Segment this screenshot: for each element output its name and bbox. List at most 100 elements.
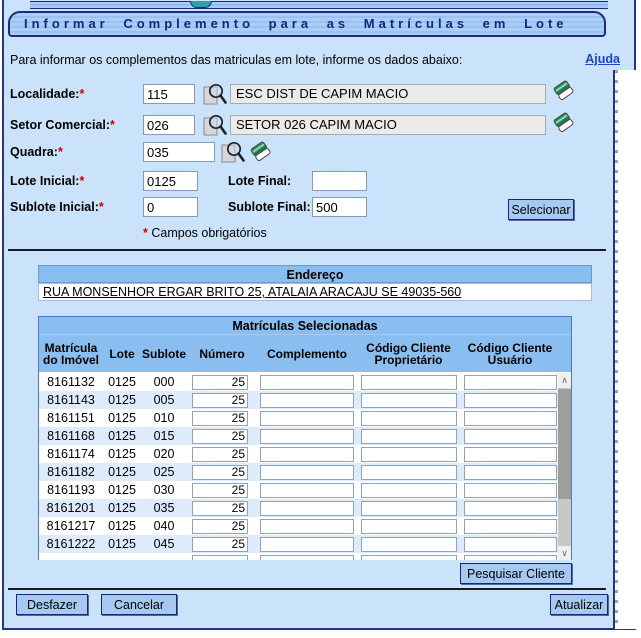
codigo-cliente-usuario-input[interactable]: [464, 393, 557, 408]
col-codigo-cliente-proprietario: Código Cliente Proprietário: [357, 335, 460, 372]
setor-description: SETOR 026 CAPIM MACIO: [230, 115, 546, 135]
codigo-cliente-proprietario-input[interactable]: [361, 429, 457, 444]
lote-cell: 0125: [103, 465, 141, 479]
lote-cell: 0125: [103, 375, 141, 389]
table-row: 8161132 0125 000: [39, 373, 560, 391]
outer-scrollbar-strip[interactable]: [613, 70, 636, 629]
lote-cell: 0125: [103, 447, 141, 461]
codigo-cliente-proprietario-input[interactable]: [361, 393, 457, 408]
sublote-final-input[interactable]: [312, 197, 367, 217]
complemento-input[interactable]: [260, 501, 354, 516]
codigo-cliente-proprietario-input[interactable]: [361, 501, 457, 516]
table-header-row: Matrícula do Imóvel Lote Sublote Número …: [39, 335, 571, 372]
codigo-cliente-proprietario-input[interactable]: [361, 537, 457, 552]
complemento-input[interactable]: [260, 537, 354, 552]
table-row: 8161168 0125 015: [39, 427, 560, 445]
lote-cell: 0125: [103, 501, 141, 515]
setor-input[interactable]: [143, 115, 195, 135]
col-sublote: Sublote: [141, 335, 187, 372]
numero-input[interactable]: [192, 555, 248, 561]
lote-cell: 0125: [103, 411, 141, 425]
scroll-down-icon[interactable]: ∨: [558, 546, 571, 560]
sublote-final-label: Sublote Final:: [228, 200, 311, 214]
quadra-search-icon[interactable]: [221, 140, 245, 164]
codigo-cliente-usuario-input[interactable]: [464, 537, 557, 552]
matricula-cell: 8161151: [39, 411, 103, 425]
sublote-cell: 040: [141, 519, 187, 533]
quadra-input[interactable]: [143, 142, 215, 162]
lote-cell: 0125: [103, 519, 141, 533]
localidade-eraser-icon[interactable]: [552, 78, 576, 102]
numero-input[interactable]: [192, 519, 248, 534]
lote-inicial-label: Lote Inicial:*: [10, 174, 84, 188]
table-scrollbar[interactable]: ∧ ∨: [558, 373, 571, 560]
atualizar-button[interactable]: Atualizar: [550, 594, 608, 615]
scroll-up-icon[interactable]: ∧: [558, 373, 571, 388]
scrollbar-thumb[interactable]: [558, 389, 571, 499]
numero-input[interactable]: [192, 411, 248, 426]
quadra-eraser-icon[interactable]: [249, 139, 273, 163]
complemento-input[interactable]: [260, 411, 354, 426]
numero-input[interactable]: [192, 429, 248, 444]
table-row: 8161182 0125 025: [39, 463, 560, 481]
matricula-cell: 8161132: [39, 375, 103, 389]
sublote-cell: 000: [141, 375, 187, 389]
page-title: Informar Complemento para as Matrículas …: [8, 11, 606, 37]
codigo-cliente-proprietario-input[interactable]: [361, 375, 457, 390]
sublote-cell: 020: [141, 447, 187, 461]
lote-inicial-input[interactable]: [143, 171, 198, 191]
lote-cell: 0125: [103, 537, 141, 551]
codigo-cliente-proprietario-input[interactable]: [361, 483, 457, 498]
cancelar-button[interactable]: Cancelar: [101, 594, 177, 615]
numero-input[interactable]: [192, 501, 248, 516]
complemento-input[interactable]: [260, 555, 354, 561]
codigo-cliente-usuario-input[interactable]: [464, 465, 557, 480]
localidade-input[interactable]: [143, 84, 195, 104]
matricula-cell: 8161222: [39, 537, 103, 551]
divider-top: [8, 249, 606, 251]
complemento-input[interactable]: [260, 429, 354, 444]
numero-input[interactable]: [192, 483, 248, 498]
complemento-input[interactable]: [260, 393, 354, 408]
sublote-inicial-input[interactable]: [143, 197, 198, 217]
codigo-cliente-usuario-input[interactable]: [464, 429, 557, 444]
localidade-label: Localidade:*: [10, 87, 84, 101]
lote-final-input[interactable]: [312, 171, 367, 191]
numero-input[interactable]: [192, 393, 248, 408]
numero-input[interactable]: [192, 537, 248, 552]
codigo-cliente-usuario-input[interactable]: [464, 519, 557, 534]
codigo-cliente-usuario-input[interactable]: [464, 375, 557, 390]
codigo-cliente-usuario-input[interactable]: [464, 483, 557, 498]
endereco-header: Endereço: [38, 265, 592, 283]
localidade-search-icon[interactable]: [203, 82, 227, 106]
sublote-cell: 030: [141, 483, 187, 497]
codigo-cliente-usuario-input[interactable]: [464, 411, 557, 426]
setor-search-icon[interactable]: [203, 113, 227, 137]
codigo-cliente-usuario-input[interactable]: [464, 447, 557, 462]
pesquisar-cliente-button[interactable]: Pesquisar Cliente: [460, 563, 572, 584]
setor-eraser-icon[interactable]: [552, 110, 576, 134]
codigo-cliente-proprietario-input[interactable]: [361, 411, 457, 426]
numero-input[interactable]: [192, 375, 248, 390]
complemento-input[interactable]: [260, 375, 354, 390]
matricula-cell: 8161193: [39, 483, 103, 497]
complemento-input[interactable]: [260, 465, 354, 480]
table-row: [39, 553, 560, 560]
codigo-cliente-proprietario-input[interactable]: [361, 447, 457, 462]
codigo-cliente-usuario-input[interactable]: [464, 501, 557, 516]
codigo-cliente-proprietario-input[interactable]: [361, 465, 457, 480]
selecionar-button[interactable]: Selecionar: [508, 199, 574, 220]
desfazer-button[interactable]: Desfazer: [16, 594, 88, 615]
codigo-cliente-proprietario-input[interactable]: [361, 519, 457, 534]
codigo-cliente-usuario-input[interactable]: [464, 555, 557, 561]
help-link[interactable]: Ajuda: [585, 52, 620, 66]
numero-input[interactable]: [192, 465, 248, 480]
complemento-input[interactable]: [260, 447, 354, 462]
endereco-link[interactable]: RUA MONSENHOR ERGAR BRITO 25, ATALAIA AR…: [43, 285, 461, 299]
codigo-cliente-proprietario-input[interactable]: [361, 555, 457, 561]
complemento-input[interactable]: [260, 519, 354, 534]
col-codigo-cliente-usuario: Código Cliente Usuário: [460, 335, 560, 372]
complemento-input[interactable]: [260, 483, 354, 498]
scrollbar-ticks: [615, 70, 618, 629]
numero-input[interactable]: [192, 447, 248, 462]
